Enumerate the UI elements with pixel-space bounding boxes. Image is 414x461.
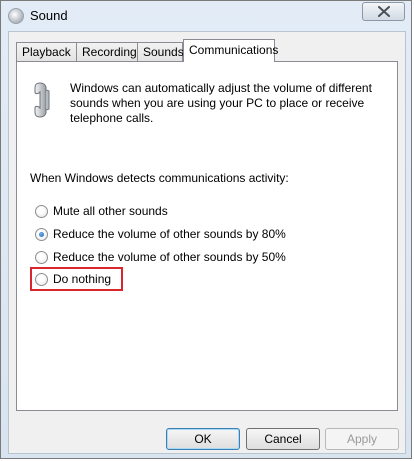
apply-button[interactable]: Apply bbox=[325, 428, 399, 450]
option-reduce-50[interactable]: Reduce the volume of other sounds by 50% bbox=[35, 249, 286, 265]
option-mute-all[interactable]: Mute all other sounds bbox=[35, 203, 168, 219]
close-icon bbox=[377, 6, 390, 17]
window-title: Sound bbox=[30, 8, 68, 23]
tab-label: Recording bbox=[82, 45, 137, 59]
detect-activity-label: When Windows detects communications acti… bbox=[30, 171, 289, 185]
ok-button[interactable]: OK bbox=[166, 428, 240, 450]
tab-label: Sounds bbox=[143, 45, 184, 59]
tab-label: Communications bbox=[189, 43, 279, 57]
sound-dialog: Sound Playback Recording Sounds Communic… bbox=[0, 0, 412, 459]
ok-label: OK bbox=[194, 432, 212, 446]
telephone-handset-icon bbox=[34, 82, 50, 118]
option-label: Reduce the volume of other sounds by 50% bbox=[53, 250, 286, 264]
communications-description: Windows can automatically adjust the vol… bbox=[70, 81, 372, 125]
tab-recording[interactable]: Recording bbox=[76, 42, 138, 61]
communications-panel: Windows can automatically adjust the vol… bbox=[16, 61, 398, 411]
tab-playback[interactable]: Playback bbox=[16, 42, 77, 61]
cancel-label: Cancel bbox=[264, 432, 302, 446]
radio-button[interactable] bbox=[35, 204, 48, 218]
tab-sounds[interactable]: Sounds bbox=[137, 42, 184, 61]
close-button[interactable] bbox=[362, 2, 405, 21]
dialog-body: Playback Recording Sounds Communications bbox=[8, 31, 406, 454]
option-reduce-80[interactable]: Reduce the volume of other sounds by 80% bbox=[35, 226, 286, 242]
option-label: Reduce the volume of other sounds by 80% bbox=[53, 227, 286, 241]
radio-button-checked[interactable] bbox=[35, 227, 48, 241]
radio-button[interactable] bbox=[35, 250, 48, 264]
cancel-button[interactable]: Cancel bbox=[246, 428, 320, 450]
speaker-app-icon bbox=[8, 8, 24, 24]
apply-label: Apply bbox=[346, 432, 378, 446]
tab-communications[interactable]: Communications bbox=[183, 39, 279, 62]
tab-label: Playback bbox=[22, 45, 71, 59]
title-bar[interactable]: Sound bbox=[1, 1, 411, 31]
option-label: Mute all other sounds bbox=[53, 204, 168, 218]
do-nothing-highlight-box bbox=[30, 267, 123, 291]
